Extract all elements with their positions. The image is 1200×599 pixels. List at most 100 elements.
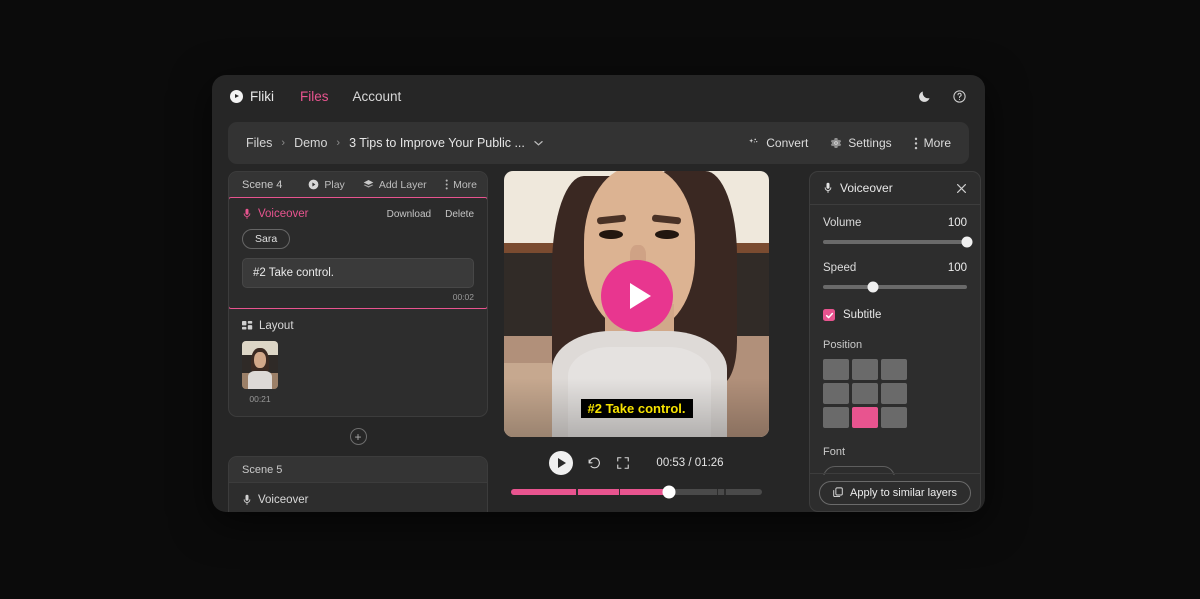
brand-logo[interactable]: Fliki: [230, 89, 274, 104]
breadcrumb-bar: Files › Demo › 3 Tips to Improve Your Pu…: [228, 122, 969, 164]
seek-handle[interactable]: [662, 485, 676, 499]
microphone-icon: [242, 494, 252, 506]
sparkle-plus-icon: [748, 137, 760, 149]
dots-vertical-icon: [445, 179, 448, 190]
add-scene-button[interactable]: +: [349, 428, 367, 445]
preview-play-overlay-button[interactable]: [600, 260, 673, 333]
play-icon: [629, 283, 651, 310]
player-play-button[interactable]: [549, 451, 574, 475]
app-window: Fliki Files Account Files › Demo › 3 Tip…: [212, 75, 985, 512]
brand-name: Fliki: [250, 88, 274, 104]
speed-label: Speed: [823, 262, 857, 274]
play-circle-icon: [230, 89, 243, 103]
voiceover-settings-panel: Voiceover Volume 100 Speed 100 Subtitle …: [809, 171, 981, 512]
position-cell-0[interactable]: [823, 359, 849, 380]
position-cell-6[interactable]: [823, 407, 849, 428]
moon-icon[interactable]: [917, 89, 932, 104]
layout-clip-duration: 00:21: [249, 394, 271, 404]
play-icon: [558, 458, 567, 468]
subtitle-position-grid[interactable]: [823, 359, 967, 428]
voiceover-settings-body: Volume 100 Speed 100 Subtitle Position F…: [810, 205, 980, 475]
scene-4-title: Scene 4: [242, 178, 283, 191]
subtitle-label: Subtitle: [843, 309, 882, 321]
voice-name-chip[interactable]: Sara: [242, 229, 291, 249]
volume-slider-handle[interactable]: [961, 236, 973, 248]
preview-subtitle-text: #2 Take control.: [580, 399, 693, 418]
breadcrumb-separator: ›: [281, 137, 286, 149]
apply-button-label: Apply to similar layers: [850, 486, 957, 499]
rotate-ccw-icon[interactable]: [587, 456, 602, 471]
player-time-display: 00:53 / 01:26: [656, 457, 724, 469]
volume-label: Volume: [823, 217, 862, 229]
settings-button[interactable]: Settings: [830, 136, 892, 150]
breadcrumb-separator: ›: [336, 137, 341, 149]
voiceover-delete-button[interactable]: Delete: [445, 209, 474, 220]
voiceover-layer-header: Voiceover Download Delete: [242, 208, 474, 220]
add-scene-wrapper: +: [228, 428, 488, 445]
scene-add-layer-button[interactable]: Add Layer: [363, 179, 427, 191]
breadcrumb-actions: Convert Settings More: [748, 136, 951, 150]
layers-icon: [363, 179, 374, 190]
position-cell-8[interactable]: [881, 407, 907, 428]
position-label: Position: [823, 339, 863, 351]
convert-label: Convert: [766, 136, 809, 150]
scene-card-4: Scene 4 Play Add Layer More Voiceover Do…: [228, 171, 488, 417]
microphone-icon: [242, 208, 252, 220]
scene-5-title: Scene 5: [242, 463, 283, 476]
scene-play-label: Play: [324, 178, 345, 191]
scene-add-layer-label: Add Layer: [378, 178, 427, 191]
seek-progress-fill: [511, 489, 670, 495]
apply-to-similar-layers-button[interactable]: Apply to similar layers: [819, 480, 971, 505]
font-label: Font: [823, 446, 846, 458]
position-cell-7-selected[interactable]: [852, 407, 878, 428]
breadcrumb-item-demo[interactable]: Demo: [294, 136, 327, 150]
player-seek-bar[interactable]: [511, 485, 762, 499]
position-cell-3[interactable]: [823, 383, 849, 404]
volume-field: Volume 100: [823, 217, 967, 229]
subtitle-toggle-row[interactable]: Subtitle: [823, 309, 967, 321]
volume-slider[interactable]: [823, 236, 973, 248]
speed-slider-handle[interactable]: [867, 281, 879, 293]
help-circle-icon[interactable]: [952, 89, 967, 104]
preview-panel: #2 Take control. 00:53 / 01:26: [504, 171, 769, 499]
voiceover-layer-actions: Download Delete: [387, 209, 474, 220]
gear-icon: [830, 137, 842, 149]
position-cell-1[interactable]: [852, 359, 878, 380]
scene-play-button[interactable]: Play: [308, 178, 345, 191]
layout-clip-thumbnail[interactable]: [242, 341, 278, 389]
voiceover-layer-block[interactable]: Voiceover Download Delete Sara #2 Take c…: [229, 197, 487, 309]
video-preview[interactable]: #2 Take control.: [504, 171, 769, 437]
voiceover-settings-header: Voiceover: [810, 172, 980, 205]
breadcrumb-item-project[interactable]: 3 Tips to Improve Your Public ...: [349, 136, 525, 150]
scene-5-header: Scene 5: [229, 457, 487, 483]
layout-layer-block[interactable]: Layout 00:21: [229, 309, 487, 416]
nav-item-account[interactable]: Account: [353, 89, 402, 104]
scene-more-button[interactable]: More: [445, 179, 477, 191]
settings-label: Settings: [848, 136, 892, 150]
scene-5-voiceover-label: Voiceover: [258, 494, 309, 506]
more-label: More: [923, 136, 951, 150]
breadcrumb-item-files[interactable]: Files: [246, 136, 272, 150]
voiceover-text-input[interactable]: #2 Take control.: [242, 258, 474, 288]
voiceover-settings-footer: Apply to similar layers: [810, 473, 980, 511]
page-root: Fliki Files Account Files › Demo › 3 Tip…: [0, 0, 1200, 599]
position-cell-4[interactable]: [852, 383, 878, 404]
expand-icon[interactable]: [616, 456, 630, 470]
convert-button[interactable]: Convert: [748, 136, 808, 150]
voiceover-settings-title-text: Voiceover: [840, 181, 893, 195]
more-button[interactable]: More: [914, 136, 951, 150]
close-icon[interactable]: [956, 183, 967, 194]
scene-4-header: Scene 4 Play Add Layer More: [229, 172, 487, 198]
chevron-down-icon[interactable]: [534, 140, 543, 146]
position-cell-5[interactable]: [881, 383, 907, 404]
layout-label-text: Layout: [259, 320, 294, 332]
player-controls: 00:53 / 01:26: [504, 451, 769, 499]
grid-icon: [242, 320, 253, 332]
subtitle-checkbox[interactable]: [823, 309, 835, 321]
scene-5-voiceover-block[interactable]: Voiceover: [229, 483, 487, 512]
nav-item-files[interactable]: Files: [300, 89, 329, 104]
position-cell-2[interactable]: [881, 359, 907, 380]
voiceover-download-button[interactable]: Download: [387, 209, 431, 220]
speed-slider[interactable]: [823, 281, 967, 293]
top-navigation-actions: [917, 89, 967, 104]
